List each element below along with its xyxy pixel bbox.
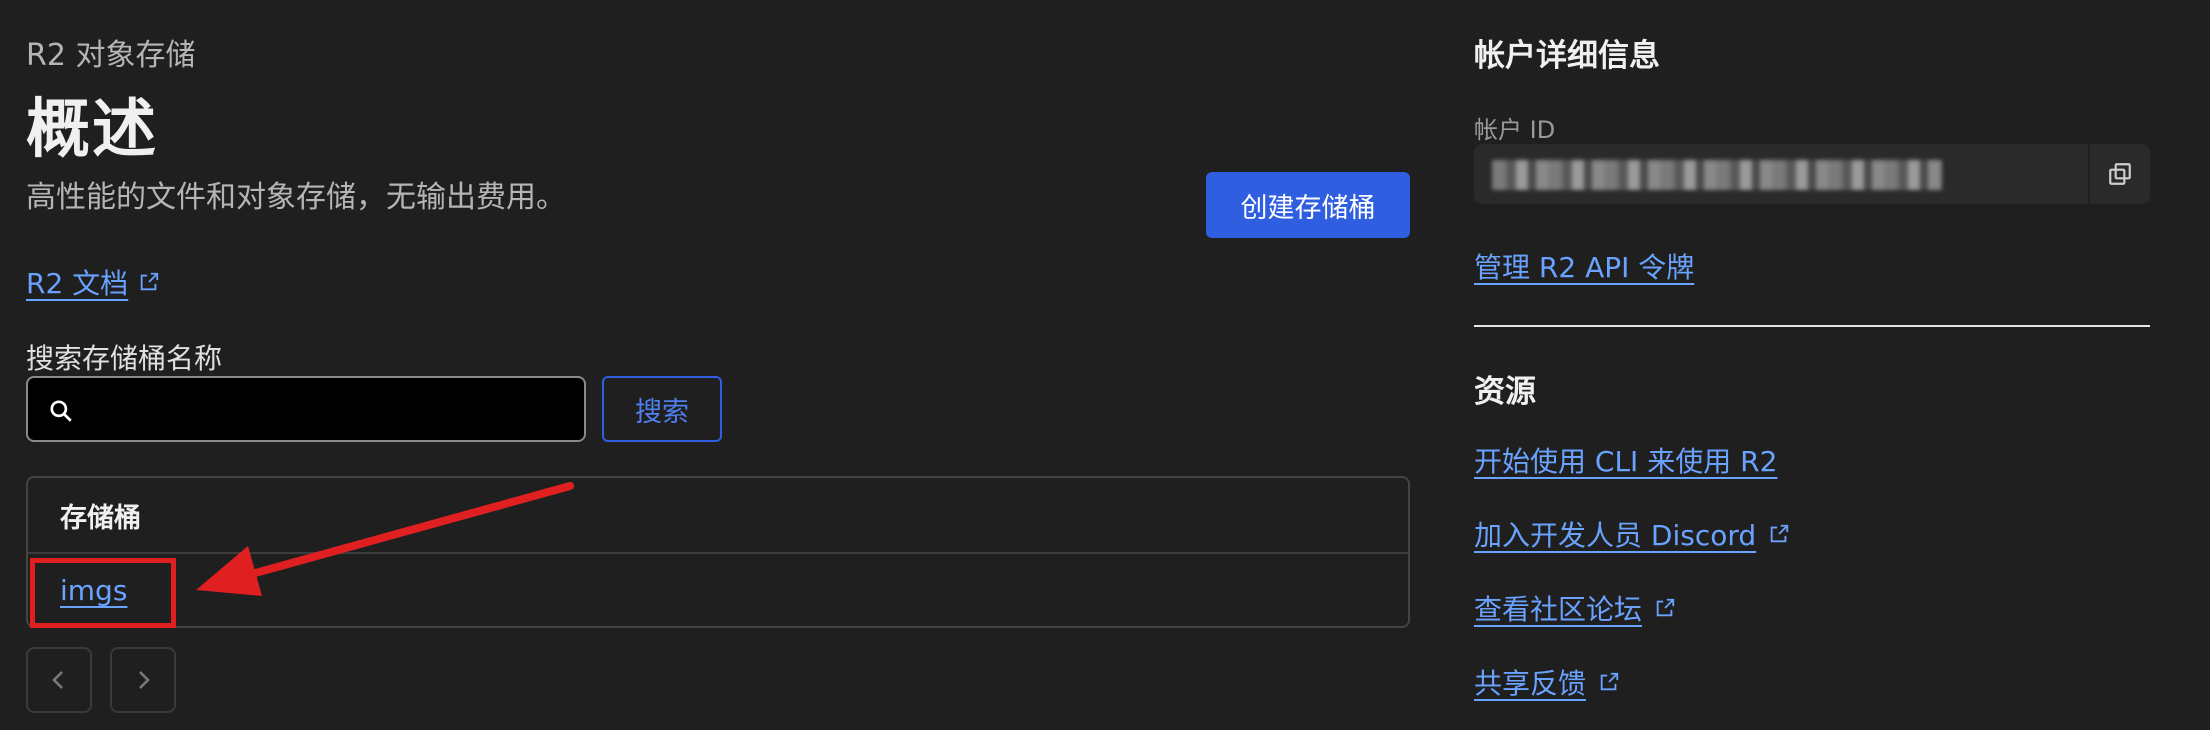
external-link-icon [1656, 598, 1675, 617]
table-header-bucket: 存储桶 [60, 503, 141, 534]
create-bucket-button[interactable]: 创建存储桶 [1206, 172, 1410, 238]
external-link-icon [1600, 672, 1619, 691]
resource-link-cli[interactable]: 开始使用 CLI 来使用 R2 [1474, 440, 1777, 480]
breadcrumb: R2 对象存储 [26, 38, 196, 73]
chevron-right-icon [139, 671, 150, 689]
resource-link-cli-label: 开始使用 CLI 来使用 R2 [1474, 445, 1778, 478]
search-button[interactable]: 搜索 [602, 376, 722, 442]
section-divider [1474, 325, 2150, 327]
account-id-redacted [1492, 160, 1942, 190]
search-input[interactable] [90, 388, 574, 434]
external-link-icon [1770, 524, 1789, 543]
page-subtitle: 高性能的文件和对象存储，无输出费用。 [26, 180, 566, 215]
pager-prev-button[interactable] [26, 647, 92, 713]
pager-next-button[interactable] [110, 647, 176, 713]
resource-link-feedback[interactable]: 共享反馈 [1474, 662, 1620, 702]
page-title: 概述 [26, 93, 158, 167]
search-icon [50, 400, 72, 422]
resource-link-discord[interactable]: 加入开发人员 Discord [1474, 514, 1790, 554]
copy-account-id-button[interactable] [2088, 144, 2150, 204]
copy-icon [2109, 163, 2131, 185]
search-label: 搜索存储桶名称 [26, 342, 223, 375]
annotation-arrow [196, 482, 574, 596]
r2-docs-link[interactable]: R2 文档 [26, 262, 160, 302]
resource-link-forum-label: 查看社区论坛 [1474, 593, 1643, 626]
resources-title: 资源 [1474, 374, 1536, 410]
annotation-highlight-box [30, 558, 176, 628]
resource-link-discord-label: 加入开发人员 Discord [1474, 519, 1757, 552]
resource-link-feedback-label: 共享反馈 [1474, 667, 1587, 700]
external-link-icon [140, 272, 159, 291]
search-field [26, 376, 586, 442]
account-id-field [1474, 144, 2150, 204]
account-details-title: 帐户详细信息 [1474, 38, 1660, 74]
account-id-label: 帐户 ID [1474, 116, 1556, 144]
r2-docs-link-label: R2 文档 [26, 267, 129, 300]
manage-api-tokens-link[interactable]: 管理 R2 API 令牌 [1474, 246, 1694, 286]
chevron-left-icon [52, 671, 63, 689]
resource-link-forum[interactable]: 查看社区论坛 [1474, 588, 1676, 628]
